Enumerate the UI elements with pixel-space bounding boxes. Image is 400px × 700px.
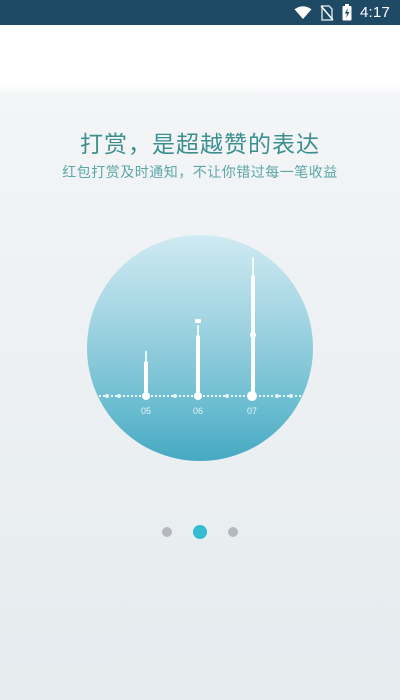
axis-dot [173, 394, 177, 398]
bar-tip [197, 325, 199, 335]
axis-label-06: 06 [192, 406, 203, 416]
onboarding-page[interactable]: 打赏，是超越赞的表达 红包打赏及时通知，不让你错过每一笔收益 05 06 07 [0, 25, 400, 700]
page-indicator [0, 525, 400, 539]
bar-knot [195, 319, 201, 323]
axis-node-06 [194, 392, 202, 400]
status-time: 4:17 [360, 4, 390, 21]
axis-node-05 [142, 392, 150, 400]
page-dot-3[interactable] [228, 527, 238, 537]
axis-dot [275, 394, 279, 398]
bar-05 [144, 361, 148, 393]
bar-06 [196, 335, 200, 393]
wifi-icon [294, 5, 312, 20]
axis-dot [117, 394, 121, 398]
page-dot-2-active[interactable] [193, 525, 207, 539]
axis-label-05: 05 [140, 406, 151, 416]
bar-tip [252, 257, 254, 275]
no-sim-icon [320, 4, 334, 21]
axis-node-07 [247, 391, 257, 401]
axis-dot [225, 394, 229, 398]
onboarding-title: 打赏，是超越赞的表达 [80, 132, 320, 158]
battery-charging-icon [342, 4, 352, 21]
illustration-circle: 05 06 07 [87, 235, 313, 461]
axis-dot [289, 394, 293, 398]
axis-dot [105, 394, 109, 398]
axis-label-07: 07 [246, 406, 257, 416]
status-bar: 4:17 [0, 0, 400, 25]
onboarding-subtitle: 红包打赏及时通知，不让你错过每一笔收益 [62, 165, 338, 181]
bar-knot [250, 333, 256, 337]
page-dot-1[interactable] [162, 527, 172, 537]
bar-tip [145, 351, 147, 361]
